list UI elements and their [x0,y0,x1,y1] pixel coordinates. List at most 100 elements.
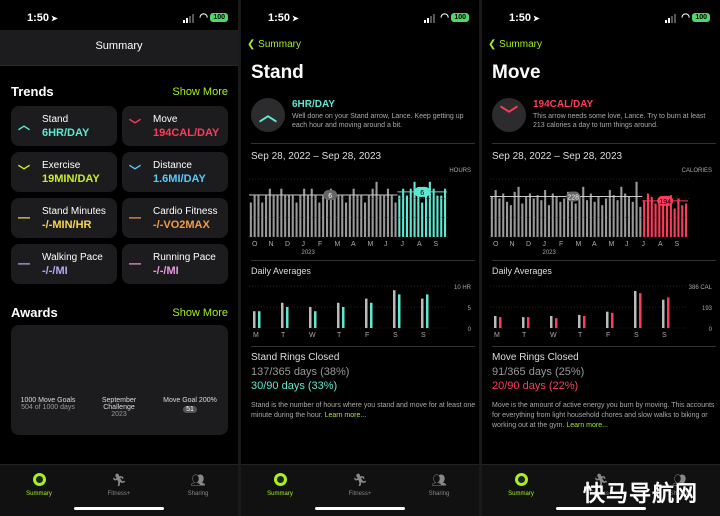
bar [547,205,550,237]
daily-bar [426,294,429,328]
daily-bar [365,298,368,328]
awards-show-more-link[interactable]: Show More [172,307,228,319]
bar [673,208,676,237]
battery-icon: 100 [692,13,710,22]
bar [563,198,566,237]
award-move-goal-200[interactable]: Move Goal 200% 51 [157,397,223,413]
page-title: Move [492,62,541,83]
tab-sharing[interactable]: 👥︎ Sharing [168,473,228,497]
divider-line [492,346,716,347]
daily-bar [309,307,312,328]
x-tick-label: J [384,241,388,248]
daily-bar [393,290,396,328]
bar [432,188,435,237]
bar [337,195,340,237]
bar [436,195,439,237]
bar [276,195,279,237]
y-tick-label: 0 [468,327,471,333]
up-chevron-icon: ︿ [251,98,285,132]
bar [494,190,497,237]
sharing-icon: 👥︎ [431,473,447,487]
award-1000-move-goals[interactable]: 1000 Move Goals 504 of 1000 days [15,397,81,411]
recent-average-label: 6 [420,190,424,197]
trend-tile-cardio-fitness[interactable]: — Cardio Fitness -/-VO2MAX [122,198,228,238]
trend-tile-stand[interactable]: ︿ Stand 6HR/DAY [11,106,117,146]
bar [417,195,420,237]
divider-line [251,143,475,144]
y-tick-label: 10 HR [454,285,471,291]
tab-summary[interactable]: Summary [250,473,310,497]
bar [310,188,313,237]
tab-fitness-plus[interactable]: 🏃︎ Fitness+ [330,473,390,497]
trend-value: -/-MIN/HR [42,219,92,231]
learn-more-link[interactable]: Learn more... [325,412,367,419]
bar [440,195,443,237]
chevron-left-icon: ❮ [247,39,256,50]
bar [425,195,428,237]
trend-tile-move[interactable]: ﹀ Move 194CAL/DAY [122,106,228,146]
location-arrow-icon: ➤ [292,14,299,23]
daily-bar [398,294,401,328]
bar [654,203,657,237]
x-tick-label: F [559,241,563,248]
chevron-left-icon: ❮ [488,39,497,50]
move-value: 194CAL/DAY [533,99,594,110]
x-tick-label: S [634,332,639,339]
page-title: Stand [251,62,304,83]
trend-tile-distance[interactable]: ﹀ Distance 1.6MI/DAY [122,152,228,192]
move-description: This arrow needs some love, Lance. Try t… [533,113,706,129]
trend-tile-stand-minutes[interactable]: — Stand Minutes -/-MIN/HR [11,198,117,238]
trend-tile-walking-pace[interactable]: — Walking Pace -/-/MI [11,244,117,284]
trend-name: Exercise [42,160,81,171]
move-screen: 1:50 ➤ ◠ 100 ❮ Summary Move ﹀ 194CAL/DAY … [482,0,720,516]
trends-show-more-link[interactable]: Show More [172,86,228,98]
tab-sharing[interactable]: 👥︎ Sharing [409,473,469,497]
award-september-challenge[interactable]: September Challenge 2023 [89,397,149,418]
rings-closed-recent: 20/90 days (22%) [492,380,579,392]
bar [551,193,554,237]
tab-summary[interactable]: Summary [9,473,69,497]
stand-value: 6HR/DAY [292,99,335,110]
year-label: 2023 [543,250,557,255]
y-tick-label: 193 [702,306,712,312]
bar [284,195,287,237]
home-indicator [315,507,405,510]
stand-screen: 1:50 ➤ ◠ 100 ❮ Summary Stand ︿ 6HR/DAY We… [241,0,479,516]
back-button[interactable]: ❮ Summary [488,39,542,50]
tab-fitness-plus[interactable]: 🏃︎ Fitness+ [89,473,149,497]
down-chevron-icon: ﹀ [129,118,142,132]
bar [402,188,405,237]
tab-summary[interactable]: Summary [491,473,551,497]
trend-tile-running-pace[interactable]: — Running Pace -/-/MI [122,244,228,284]
rings-closed-year: 137/365 days (38%) [251,366,350,378]
divider-line [251,346,475,347]
bar [409,188,412,237]
daily-bar [555,318,558,328]
bar [643,200,646,237]
daily-bar [337,302,340,328]
bar [685,203,688,237]
x-tick-label: A [351,241,356,248]
bar [257,195,260,237]
location-arrow-icon: ➤ [51,14,58,23]
trend-name: Move [153,114,178,125]
dash-icon: — [129,210,141,224]
bar [544,190,547,237]
bar [559,201,562,237]
trend-tile-exercise[interactable]: ﹀ Exercise 19MIN/DAY [11,152,117,192]
bar [620,186,623,237]
awards-card[interactable]: 1000 Move Goals 504 of 1000 days Septembe… [11,325,228,435]
bar [405,195,408,237]
bar [635,181,638,237]
x-tick-label: M [494,332,500,339]
bar [291,195,294,237]
learn-more-link[interactable]: Learn more... [566,422,608,429]
bar [605,198,608,237]
bar [616,200,619,237]
trends-title: Trends [11,84,54,99]
move-footer: Move is the amount of active energy you … [492,402,715,429]
bar [586,200,589,237]
daily-bar [606,311,609,328]
back-button[interactable]: ❮ Summary [247,39,301,50]
signal-icon [665,14,676,23]
